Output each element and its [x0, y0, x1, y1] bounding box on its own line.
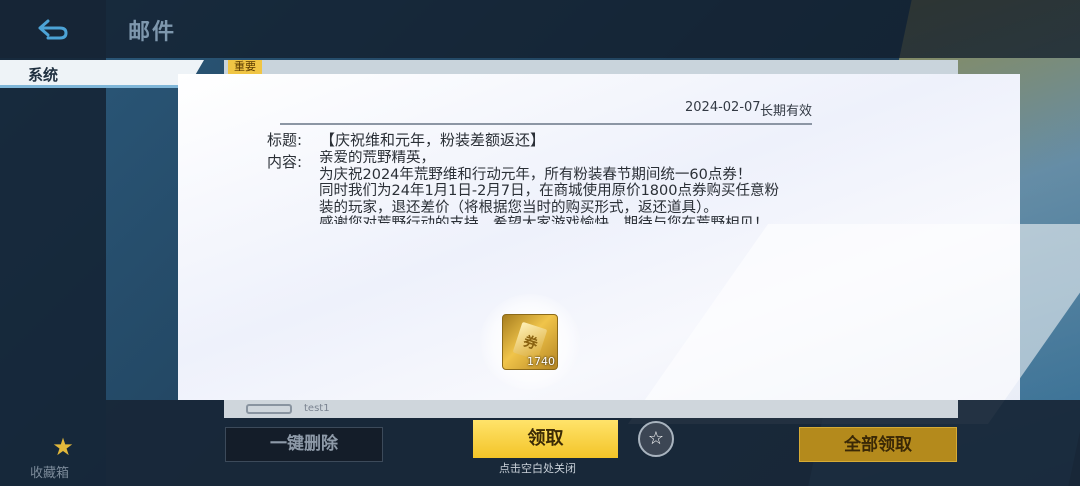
top-bar: 邮件	[0, 0, 1080, 58]
page-title: 邮件	[128, 20, 177, 45]
favorites-label[interactable]: 收藏箱	[30, 462, 69, 481]
important-tag: 重要	[228, 60, 262, 74]
mail-date: 2024-02-07	[685, 100, 761, 115]
tab-system[interactable]: 系统	[0, 60, 204, 88]
favorite-star-icon[interactable]: ☆	[638, 421, 674, 457]
content-label: 内容:	[267, 153, 303, 171]
content-line: 亲爱的荒野精英，	[319, 150, 435, 166]
content-line: 同时我们为24年1月1日-2月7日，在商城使用原价1800点券购买任意粉	[319, 183, 779, 199]
mail-subject: 【庆祝维和元年，粉装差额返还】	[320, 131, 546, 149]
mail-list-row-behind: test1	[224, 400, 958, 418]
left-panel	[0, 58, 106, 486]
claim-button[interactable]: 领取	[473, 420, 618, 458]
mail-row-icon	[246, 404, 292, 414]
mail-content[interactable]: 亲爱的荒野精英， 为庆祝2024年荒野维和行动元年，所有粉装春节期间统一60点券…	[319, 150, 819, 224]
divider	[280, 123, 812, 125]
back-arrow-icon	[38, 19, 68, 40]
claim-all-button[interactable]: 全部领取	[799, 427, 957, 462]
mail-row-text: test1	[304, 403, 330, 414]
content-line: 感谢您对荒野行动的支持，希望大家游戏愉快，期待与您在荒野相见！	[319, 216, 769, 224]
mail-list-row[interactable]	[224, 60, 958, 74]
delete-all-button[interactable]: 一键删除	[225, 427, 383, 462]
content-line: 装的玩家，退还差价（将根据您当时的购买形式，返还道具）。	[319, 199, 718, 216]
close-hint: 点击空白处关闭	[499, 462, 576, 475]
mail-validity: 长期有效	[760, 104, 813, 119]
reward-count: 1740	[527, 355, 555, 368]
back-button[interactable]	[0, 0, 106, 58]
tab-system-label: 系统	[28, 66, 59, 84]
reward-item[interactable]: 券 1740	[502, 314, 558, 370]
dialog-sheen	[627, 224, 1080, 424]
subject-label: 标题:	[267, 131, 303, 149]
star-icon[interactable]: ★	[50, 434, 76, 460]
content-line: 为庆祝2024年荒野维和行动元年，所有粉装春节期间统一60点券！	[319, 166, 752, 183]
